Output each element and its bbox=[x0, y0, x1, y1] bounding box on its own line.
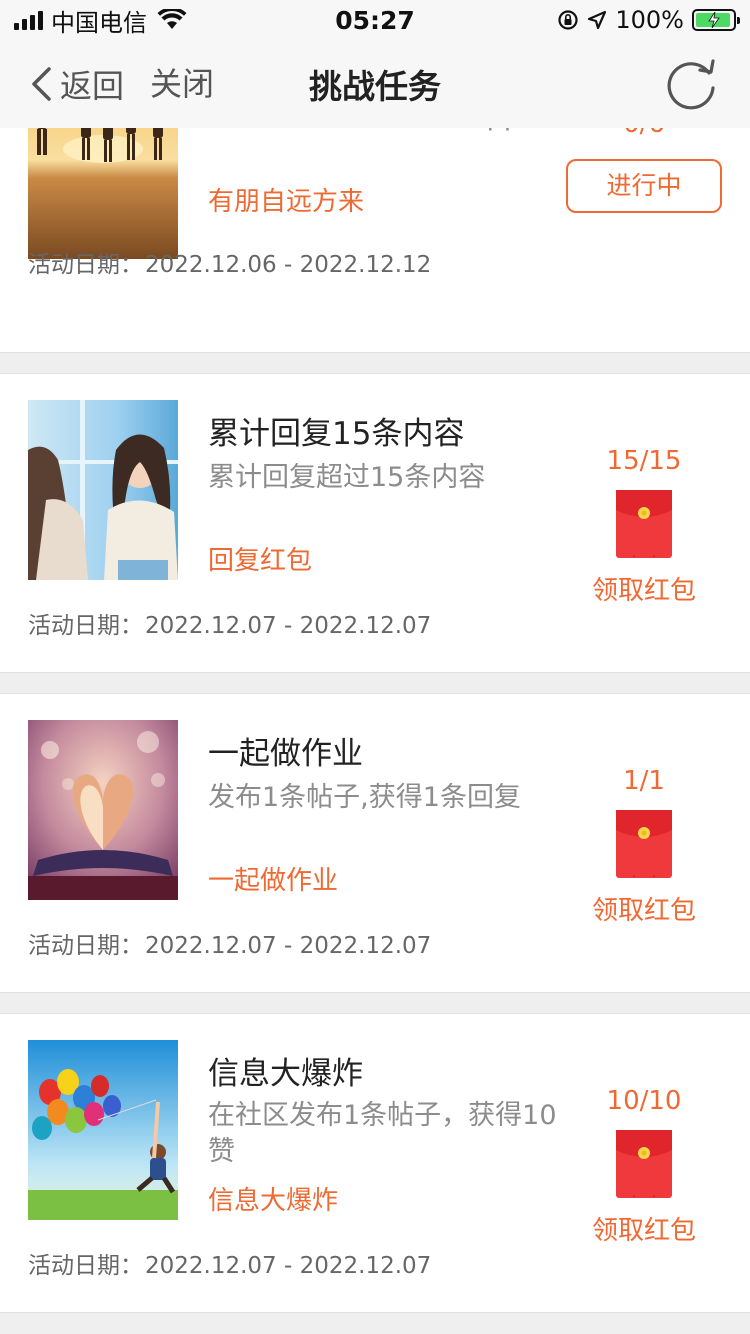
date-range: 2022.12.07 - 2022.12.07 bbox=[145, 613, 432, 639]
refresh-icon[interactable] bbox=[662, 56, 720, 114]
date-range: 2022.12.07 - 2022.12.07 bbox=[145, 1253, 432, 1279]
location-arrow-icon bbox=[588, 10, 607, 30]
navigation-bar: 返回 关闭 挑战任务 bbox=[0, 40, 750, 128]
task-tag: 回复红包 bbox=[208, 546, 313, 576]
date-prefix: 活动日期： bbox=[28, 613, 143, 639]
task-card: 信息大爆炸 在社区发布1条帖子，获得10赞 信息大爆炸 10/10 领取红包 活… bbox=[0, 1013, 750, 1313]
heart-book-photo bbox=[28, 720, 178, 900]
close-button[interactable]: 关闭 bbox=[150, 62, 214, 106]
task-card: 一起做作业 发布1条帖子,获得1条回复 一起做作业 1/1 领取红包 活动日期：… bbox=[0, 693, 750, 993]
task-title: 累计回复15条内容 bbox=[208, 416, 465, 452]
task-title: 一起做作业 bbox=[208, 736, 363, 772]
task-date: 活动日期：2022.12.07 - 2022.12.07 bbox=[28, 926, 431, 960]
chevron-left-icon bbox=[32, 67, 51, 101]
battery-percentage: 100% bbox=[615, 6, 684, 34]
orientation-lock-icon bbox=[558, 10, 578, 30]
status-bar: 中国电信 05:27 100% bbox=[0, 0, 750, 40]
task-card: 累计回复15条内容 累计回复超过15条内容 回复红包 15/15 领取红包 活动… bbox=[0, 373, 750, 673]
task-progress: 1/1 bbox=[623, 766, 665, 796]
date-range: 2022.12.07 - 2022.12.07 bbox=[145, 933, 432, 959]
back-button[interactable]: 返回 bbox=[30, 62, 124, 106]
task-tag: 有朋自远方来 bbox=[208, 187, 365, 217]
claim-red-packet-button[interactable]: 领取红包 bbox=[565, 570, 723, 607]
in-progress-button[interactable]: 进行中 bbox=[566, 159, 722, 213]
battery-icon bbox=[692, 9, 740, 31]
date-range: 2022.12.06 - 2022.12.12 bbox=[145, 252, 432, 278]
task-description: 发布1条帖子,获得1条回复 bbox=[208, 782, 521, 813]
task-tag: 信息大爆炸 bbox=[208, 1186, 339, 1216]
date-prefix: 活动日期： bbox=[28, 1253, 143, 1279]
task-description: 累计回复超过15条内容 bbox=[208, 462, 486, 493]
date-prefix: 活动日期： bbox=[28, 933, 143, 959]
red-packet-icon[interactable] bbox=[616, 810, 672, 878]
task-image bbox=[28, 720, 178, 900]
date-prefix: 活动日期： bbox=[28, 252, 143, 278]
task-title: 信息大爆炸 bbox=[208, 1056, 363, 1092]
task-image bbox=[28, 1040, 178, 1220]
task-description: 在社区发布1条帖子，获得10赞 bbox=[208, 1100, 557, 1167]
back-label: 返回 bbox=[60, 67, 125, 105]
task-progress: 10/10 bbox=[606, 1086, 682, 1116]
task-date: 活动日期：2022.12.07 - 2022.12.07 bbox=[28, 606, 431, 640]
claim-red-packet-button[interactable]: 领取红包 bbox=[565, 890, 723, 927]
claim-red-packet-button[interactable]: 领取红包 bbox=[565, 1210, 723, 1247]
task-progress: 15/15 bbox=[606, 446, 682, 476]
red-packet-icon[interactable] bbox=[616, 1130, 672, 1198]
task-date: 活动日期：2022.12.07 - 2022.12.07 bbox=[28, 1246, 431, 1280]
red-packet-icon[interactable] bbox=[616, 490, 672, 558]
balloons-child-photo bbox=[28, 1040, 178, 1220]
two-girls-photo bbox=[28, 400, 178, 580]
task-tag: 一起做作业 bbox=[208, 866, 339, 896]
task-date: 活动日期：2022.12.06 - 2022.12.12 bbox=[28, 245, 431, 279]
task-image bbox=[28, 400, 178, 580]
